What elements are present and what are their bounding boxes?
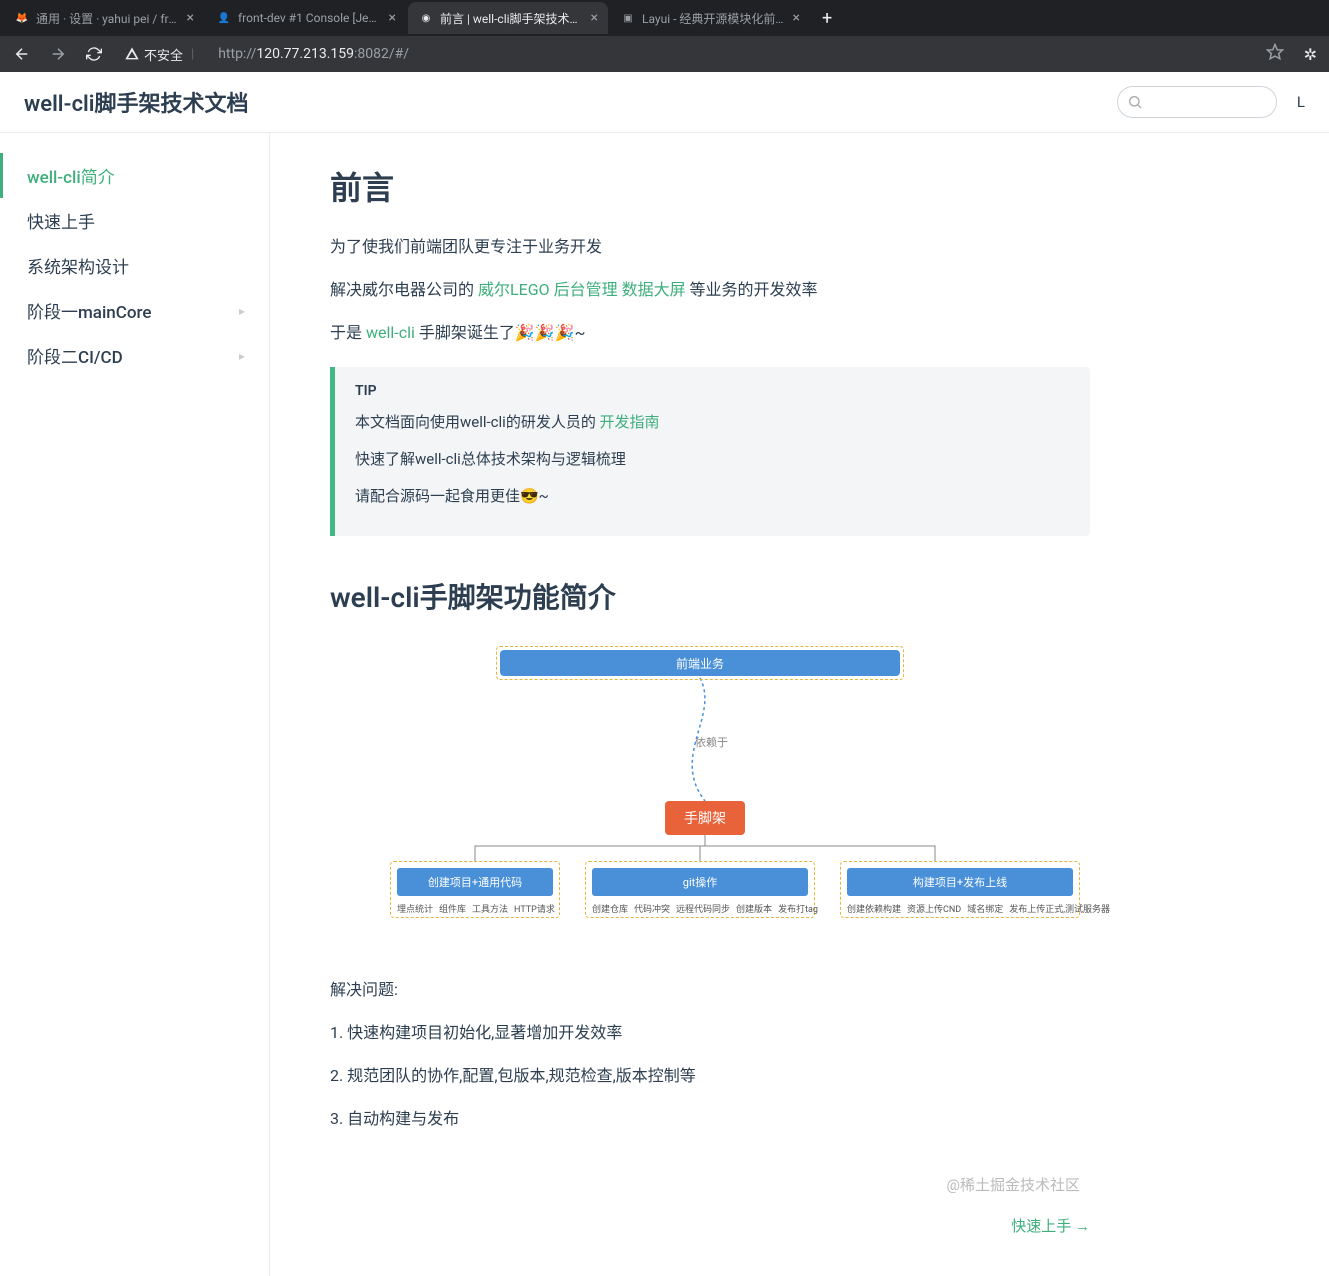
bookmark-button[interactable] bbox=[1258, 43, 1292, 65]
tab-title: front-dev #1 Console [Jenkins] bbox=[238, 11, 381, 25]
paragraph: 解决威尔电器公司的 威尔LEGO 后台管理 数据大屏 等业务的开发效率 bbox=[330, 276, 1090, 305]
watermark: @稀土掘金技术社区 bbox=[330, 1174, 1090, 1195]
link-wellcli[interactable]: well-cli bbox=[366, 323, 415, 342]
next-page-link[interactable]: 快速上手 → bbox=[330, 1215, 1090, 1236]
new-tab-button[interactable]: + bbox=[812, 8, 842, 29]
doc-icon: ◉ bbox=[418, 10, 434, 26]
star-icon bbox=[1266, 43, 1284, 61]
diagram-group-create: 创建项目+通用代码 埋点统计 组件库 工具方法 HTTP请求 bbox=[390, 861, 560, 918]
tip-paragraph: 快速了解well-cli总体技术架构与逻辑梳理 bbox=[355, 446, 1070, 473]
diagram-top-box: 前端业务 bbox=[500, 650, 900, 676]
diagram-group-items: 创建仓库 代码冲突 远程代码同步 创建版本 发布打tag bbox=[592, 902, 808, 915]
heading-preface: 前言 bbox=[330, 163, 1090, 209]
diagram-connector-label: 依赖于 bbox=[695, 734, 728, 750]
browser-chrome: 🦊 通用 · 设置 · yahui pei / front_C × 👤 fron… bbox=[0, 0, 1329, 72]
sidebar-item-intro[interactable]: well-cli简介 bbox=[0, 153, 269, 198]
search-icon bbox=[1127, 94, 1143, 114]
diagram-group-items: 创建依赖构建 资源上传CND 域名绑定 发布上传正式,测试服务器 bbox=[847, 902, 1073, 915]
browser-tabs-bar: 🦊 通用 · 设置 · yahui pei / front_C × 👤 fron… bbox=[0, 0, 1329, 36]
link-devguide[interactable]: 开发指南 bbox=[600, 413, 660, 431]
sidebar-item-label: 快速上手 bbox=[27, 208, 95, 233]
chevron-right-icon: ▸ bbox=[239, 304, 245, 318]
link-admin[interactable]: 后台管理 bbox=[554, 280, 618, 299]
solve-section: 解决问题: 1. 快速构建项目初始化,显著增加开发效率 2. 规范团队的协作,配… bbox=[330, 976, 1090, 1133]
paragraph: 于是 well-cli 手脚架诞生了🎉🎉🎉~ bbox=[330, 319, 1090, 348]
close-icon[interactable]: × bbox=[389, 10, 396, 26]
gitlab-icon: 🦊 bbox=[14, 10, 30, 26]
browser-tab-2[interactable]: ◉ 前言 | well-cli脚手架技术文档 × bbox=[408, 2, 608, 34]
header-right-link[interactable]: L bbox=[1297, 93, 1305, 111]
search-box bbox=[1117, 86, 1277, 118]
solve-item: 1. 快速构建项目初始化,显著增加开发效率 bbox=[330, 1019, 1090, 1048]
browser-nav-bar: 不安全 | http://120.77.213.159:8082/#/ ✲ bbox=[0, 36, 1329, 72]
sidebar-item-cicd[interactable]: 阶段二CI/CD ▸ bbox=[0, 333, 269, 378]
sidebar-item-architecture[interactable]: 系统架构设计 bbox=[0, 243, 269, 288]
sidebar-item-label: 系统架构设计 bbox=[27, 253, 129, 278]
close-icon[interactable]: × bbox=[591, 10, 598, 26]
browser-tab-1[interactable]: 👤 front-dev #1 Console [Jenkins] × bbox=[206, 2, 406, 34]
url-bar[interactable]: http://120.77.213.159:8082/#/ bbox=[214, 46, 1249, 62]
diagram-group-title: 构建项目+发布上线 bbox=[847, 868, 1073, 896]
sidebar-item-maincore[interactable]: 阶段一mainCore ▸ bbox=[0, 288, 269, 333]
extension-button[interactable]: ✲ bbox=[1300, 45, 1321, 64]
forward-button[interactable] bbox=[44, 40, 72, 68]
diagram-top-wrap: 前端业务 bbox=[496, 646, 904, 680]
layout: well-cli简介 快速上手 系统架构设计 阶段一mainCore ▸ 阶段二… bbox=[0, 133, 1329, 1276]
solve-item: 3. 自动构建与发布 bbox=[330, 1105, 1090, 1134]
close-icon[interactable]: × bbox=[187, 10, 194, 26]
heading-features: well-cli手脚架功能简介 bbox=[330, 576, 1090, 616]
diagram-group-items: 埋点统计 组件库 工具方法 HTTP请求 bbox=[397, 902, 553, 915]
sidebar-item-label: 阶段一mainCore bbox=[27, 298, 151, 323]
security-label: 不安全 bbox=[144, 45, 183, 64]
tab-title: 通用 · 设置 · yahui pei / front_C bbox=[36, 10, 179, 27]
sidebar: well-cli简介 快速上手 系统架构设计 阶段一mainCore ▸ 阶段二… bbox=[0, 133, 270, 1276]
content: 前言 为了使我们前端团队更专注于业务开发 解决威尔电器公司的 威尔LEGO 后台… bbox=[270, 133, 1170, 1276]
tip-box: TIP 本文档面向使用well-cli的研发人员的 开发指南 快速了解well-… bbox=[330, 367, 1090, 536]
tab-title: Layui - 经典开源模块化前端 UI bbox=[642, 10, 785, 27]
link-lego[interactable]: 威尔LEGO bbox=[478, 280, 550, 299]
paragraph: 为了使我们前端团队更专注于业务开发 bbox=[330, 233, 1090, 262]
sidebar-item-label: well-cli简介 bbox=[27, 163, 115, 188]
diagram-group-git: git操作 创建仓库 代码冲突 远程代码同步 创建版本 发布打tag bbox=[585, 861, 815, 918]
diagram-group-build: 构建项目+发布上线 创建依赖构建 资源上传CND 域名绑定 发布上传正式,测试服… bbox=[840, 861, 1080, 918]
layui-icon: ▣ bbox=[620, 10, 636, 26]
solve-item: 2. 规范团队的协作,配置,包版本,规范检查,版本控制等 bbox=[330, 1062, 1090, 1091]
sidebar-item-label: 阶段二CI/CD bbox=[27, 343, 123, 368]
page-header: well-cli脚手架技术文档 L bbox=[0, 72, 1329, 133]
back-button[interactable] bbox=[8, 40, 36, 68]
diagram-group-title: 创建项目+通用代码 bbox=[397, 868, 553, 896]
close-icon[interactable]: × bbox=[793, 10, 800, 26]
tab-title: 前言 | well-cli脚手架技术文档 bbox=[440, 10, 583, 27]
warning-icon bbox=[124, 46, 140, 62]
tip-title: TIP bbox=[355, 383, 1070, 399]
tip-paragraph: 请配合源码一起食用更佳😎~ bbox=[355, 483, 1070, 510]
page-title[interactable]: well-cli脚手架技术文档 bbox=[24, 86, 248, 118]
reload-button[interactable] bbox=[80, 40, 108, 68]
chevron-right-icon: ▸ bbox=[239, 349, 245, 363]
link-dashboard[interactable]: 数据大屏 bbox=[622, 280, 686, 299]
sidebar-item-quickstart[interactable]: 快速上手 bbox=[0, 198, 269, 243]
jenkins-icon: 👤 bbox=[216, 10, 232, 26]
diagram-group-title: git操作 bbox=[592, 868, 808, 896]
diagram-center-box: 手脚架 bbox=[665, 801, 745, 835]
browser-tab-3[interactable]: ▣ Layui - 经典开源模块化前端 UI × bbox=[610, 2, 810, 34]
security-badge[interactable]: 不安全 | bbox=[116, 45, 206, 64]
solve-label: 解决问题: bbox=[330, 976, 1090, 1005]
tip-paragraph: 本文档面向使用well-cli的研发人员的 开发指南 bbox=[355, 409, 1070, 436]
browser-tab-0[interactable]: 🦊 通用 · 设置 · yahui pei / front_C × bbox=[4, 2, 204, 34]
feature-diagram: 前端业务 依赖于 手脚架 创建项目+通用代码 埋点统计 组件库 工具方法 HTT… bbox=[390, 646, 1030, 946]
